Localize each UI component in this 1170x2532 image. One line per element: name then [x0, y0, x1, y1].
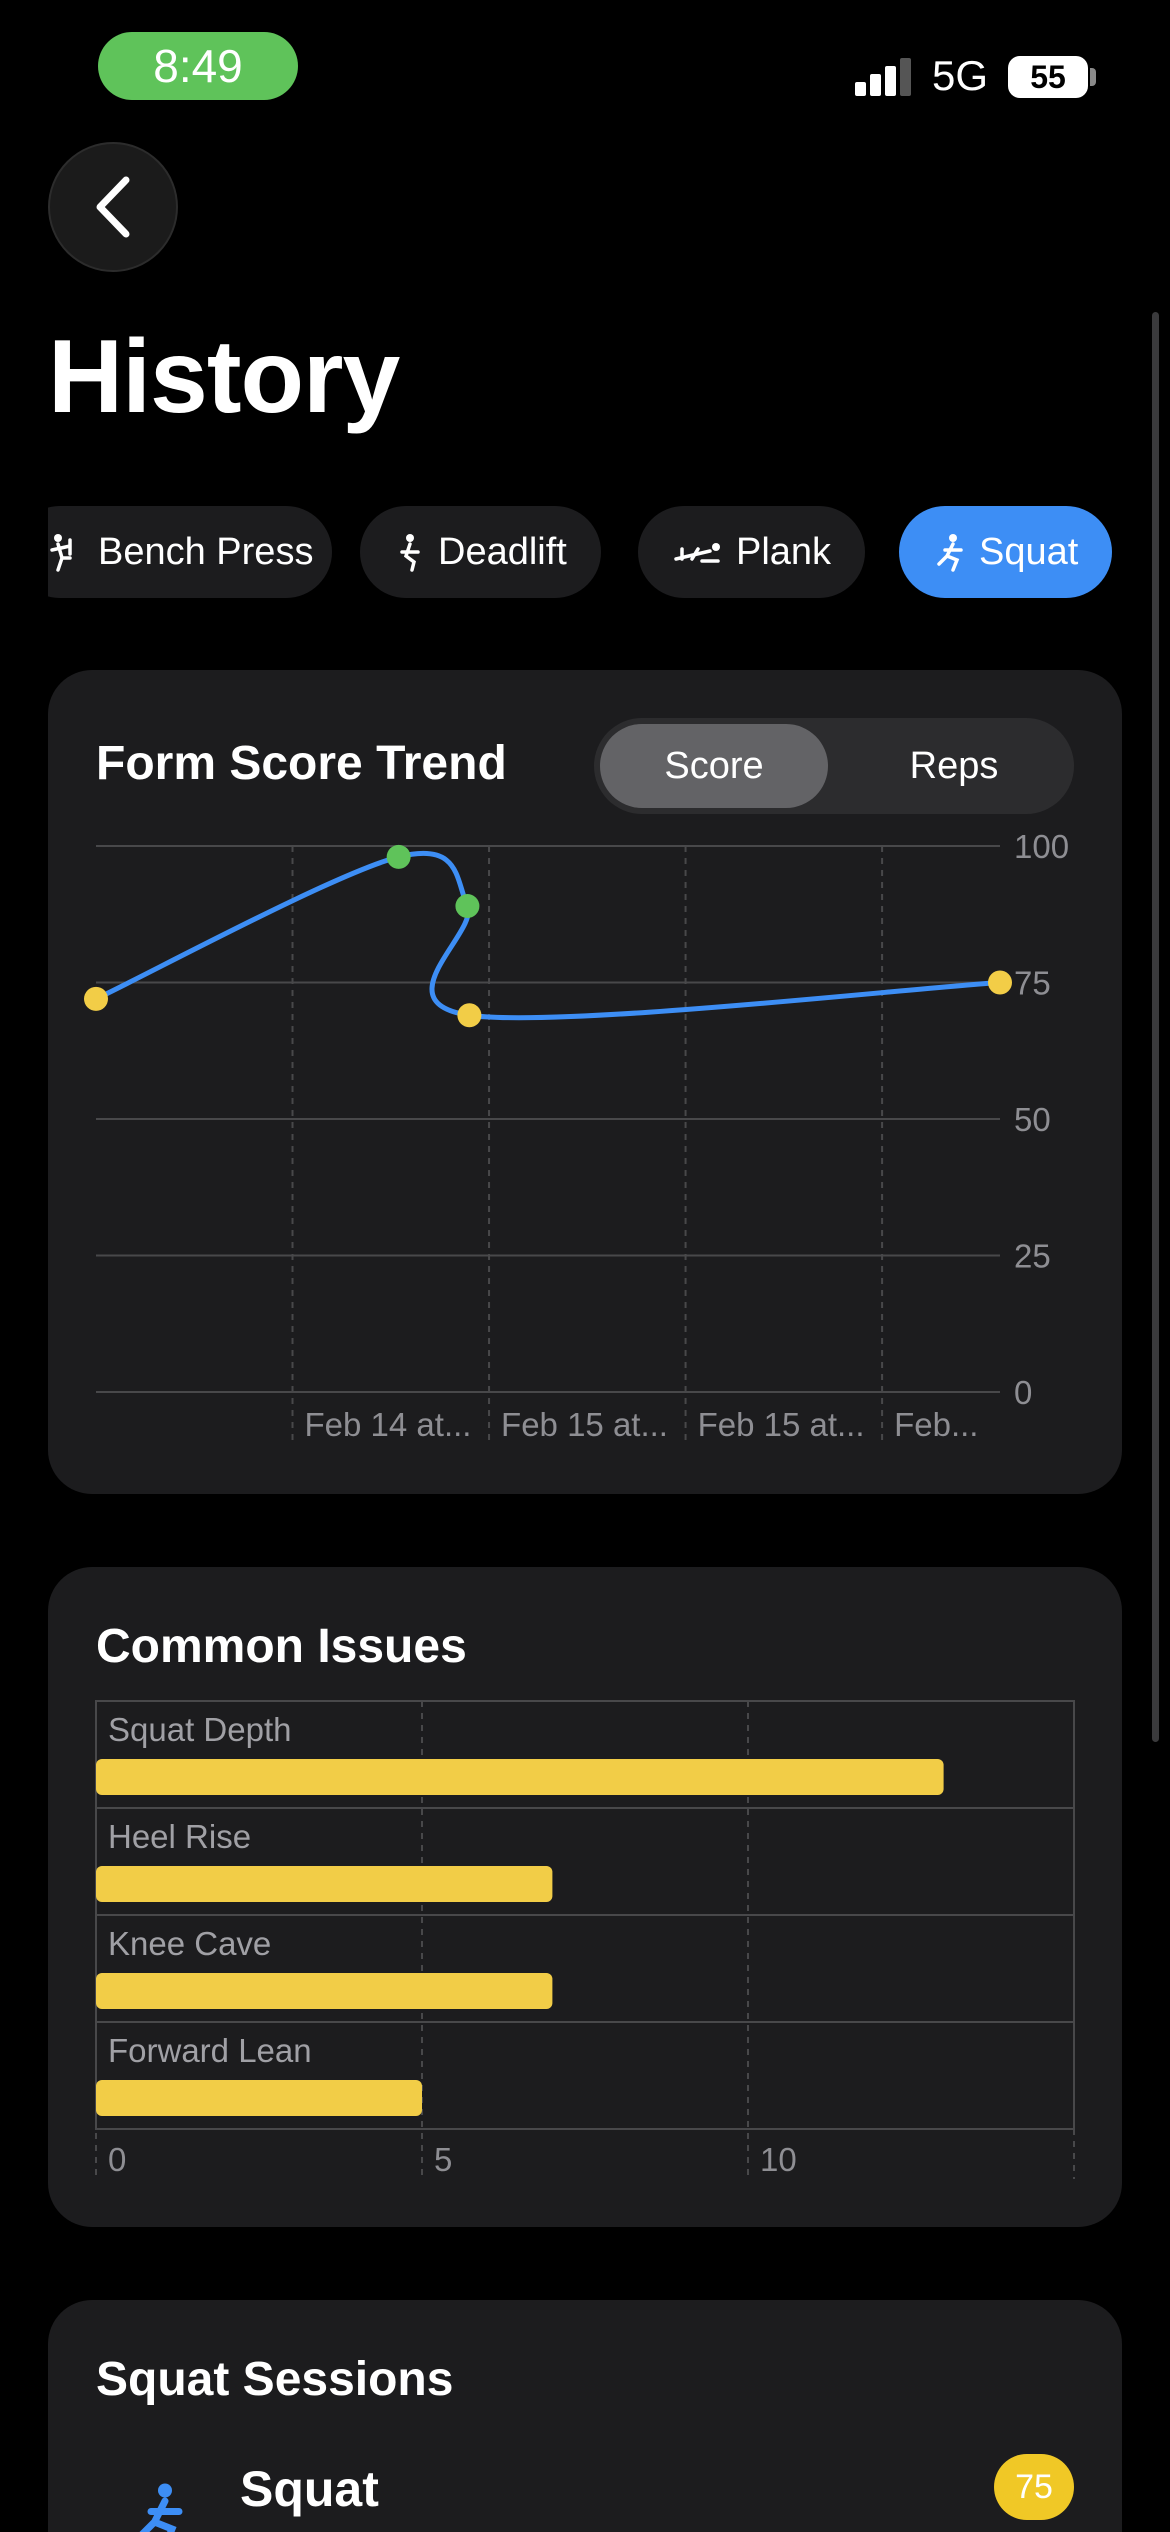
- battery-tip: [1090, 68, 1096, 86]
- chevron-left-icon: [96, 176, 130, 238]
- form-score-trend-card: Form Score Trend Score Reps 0 25 50 75 100 Fe…: [48, 670, 1122, 1494]
- tab-bench-press[interactable]: Bench Press: [48, 506, 332, 598]
- x-tick-label: Feb 15 at...: [501, 1406, 668, 1443]
- tab-plank[interactable]: Plank: [638, 506, 866, 598]
- session-name: Squat: [240, 2461, 379, 2517]
- squat-sessions-card: Squat Sessions Squat 75: [48, 2300, 1122, 2532]
- data-point: [386, 844, 411, 869]
- y-tick-label: 0: [1014, 1374, 1032, 1411]
- common-issues-bar-chart: 0 5 10 Squat Depth Heel Rise Knee Cave Forward…: [95, 1700, 1075, 2179]
- bench-press-icon: [50, 534, 72, 572]
- bar: [96, 1759, 944, 1795]
- data-point: [455, 894, 480, 919]
- bar-label: Forward Lean: [108, 2032, 312, 2069]
- tab-squat[interactable]: Squat: [899, 506, 1113, 598]
- back-button[interactable]: [48, 142, 178, 272]
- deadlift-icon: [400, 534, 420, 572]
- squat-icon: [139, 2483, 183, 2532]
- data-point: [988, 970, 1012, 995]
- card-title: Squat Sessions: [96, 2353, 454, 2406]
- exercise-tabs: Bench Press Deadlift Plank Squat: [48, 506, 1122, 598]
- tab-label: Bench Press: [98, 530, 314, 573]
- network-type: 5G: [932, 52, 989, 99]
- x-tick-label: Feb...: [894, 1406, 978, 1443]
- squat-icon: [937, 534, 963, 572]
- bar-label: Squat Depth: [108, 1711, 291, 1748]
- status-bar: 8:49 5G 55: [0, 0, 1170, 130]
- tab-deadlift[interactable]: Deadlift: [360, 506, 601, 598]
- tab-label: Deadlift: [438, 530, 567, 573]
- series-line: [93, 850, 1003, 1021]
- tab-label: Plank: [736, 530, 832, 573]
- x-tick-label: 5: [434, 2141, 452, 2178]
- cellular-signal-icon: [855, 58, 913, 96]
- x-tick-label: 10: [760, 2141, 797, 2178]
- tab-label: Squat: [979, 530, 1079, 573]
- x-tick-label: Feb 14 at...: [305, 1406, 472, 1443]
- bar-label: Heel Rise: [108, 1818, 251, 1855]
- form-score-line-chart: 0 25 50 75 100 Feb 14 at... Feb 15 at... Feb 15…: [84, 828, 1069, 1444]
- y-tick-label: 50: [1014, 1101, 1051, 1138]
- session-row[interactable]: Squat 75: [48, 2430, 1122, 2532]
- data-point: [457, 1003, 482, 1028]
- common-issues-card: Common Issues 0 5 10 Squat Depth Heel Rise Kn…: [48, 1567, 1122, 2227]
- status-time: 8:49: [98, 32, 298, 100]
- bar-label: Knee Cave: [108, 1925, 271, 1962]
- y-tick-label: 75: [1014, 965, 1051, 1002]
- page-title: History: [48, 319, 400, 435]
- x-tick-label: 0: [108, 2141, 126, 2178]
- data-point: [84, 986, 108, 1011]
- bar: [96, 1866, 553, 1902]
- battery-icon: 55: [1008, 56, 1088, 98]
- x-tick-label: Feb 15 at...: [698, 1406, 865, 1443]
- bar: [96, 2080, 422, 2116]
- score-badge: 75: [994, 2454, 1074, 2520]
- y-tick-label: 25: [1014, 1238, 1051, 1275]
- plank-icon: [674, 543, 720, 563]
- scroll-indicator[interactable]: [1152, 312, 1159, 1742]
- y-tick-label: 100: [1014, 828, 1069, 865]
- bar: [96, 1973, 553, 2009]
